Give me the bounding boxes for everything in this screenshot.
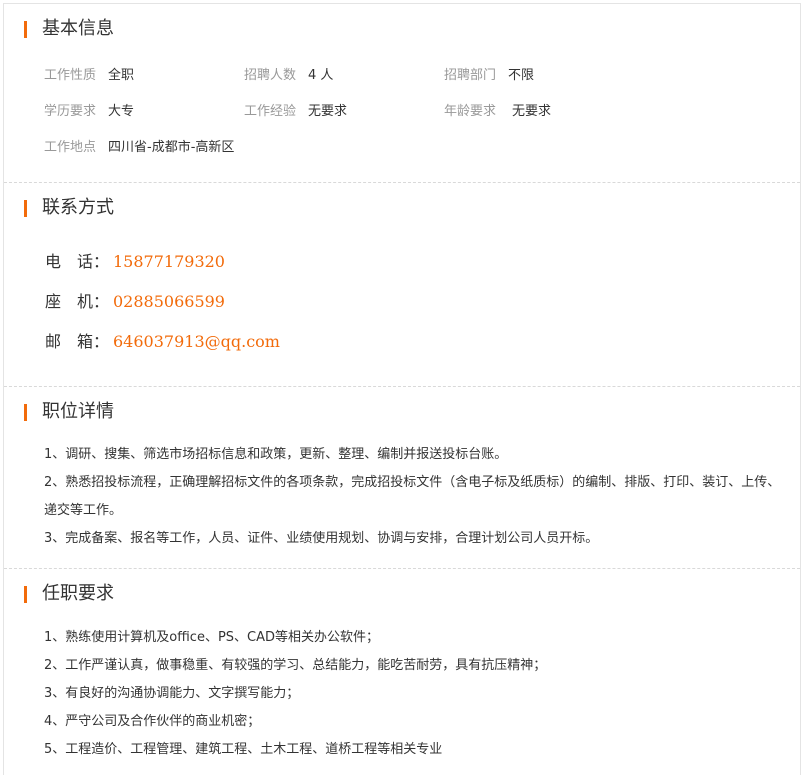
job-detail-line: 2、熟悉招投标流程，正确理解招标文件的各项条款，完成招投标文件（含电子标及纸质标… <box>44 475 781 518</box>
job-details-list: 1、调研、搜集、筛选市场招标信息和政策，更新、整理、编制并报送投标台账。 2、熟… <box>44 441 786 553</box>
job-details-heading: 职位详情 <box>24 401 114 423</box>
requirements-heading: 任职要求 <box>24 583 114 605</box>
contact-label: 电 话： <box>45 252 110 271</box>
job-detail-line: 1、调研、搜集、筛选市场招标信息和政策，更新、整理、编制并报送投标台账。 <box>44 447 508 462</box>
field-label: 招聘部门 <box>444 68 497 83</box>
field-label: 招聘人数 <box>244 68 297 83</box>
field-value: 4 人 <box>308 68 334 83</box>
requirement-line: 4、严守公司及合作伙伴的商业机密； <box>44 714 261 729</box>
contact-label: 座 机： <box>45 292 110 311</box>
contact-heading: 联系方式 <box>24 197 114 219</box>
email-address[interactable]: 646037913@qq.com <box>113 332 280 351</box>
field-value: 无要求 <box>308 104 348 119</box>
contact-email: 邮 箱： 646037913@qq.com <box>45 331 280 353</box>
field-label: 工作性质 <box>44 68 97 83</box>
requirement-line: 3、有良好的沟通协调能力、文字撰写能力； <box>44 686 300 701</box>
requirement-line: 5、工程造价、工程管理、建筑工程、土木工程、道桥工程等相关专业 <box>44 742 443 757</box>
field-label: 工作地点 <box>44 140 97 155</box>
field-value: 无要求 <box>512 104 552 119</box>
field-value: 大专 <box>108 104 135 119</box>
landline-number[interactable]: 02885066599 <box>113 292 225 311</box>
field-nature: 工作性质 全职 <box>44 67 134 85</box>
field-label: 学历要求 <box>44 104 97 119</box>
contact-phone: 电 话： 15877179320 <box>45 251 225 273</box>
field-headcount: 招聘人数 4 人 <box>244 67 333 85</box>
field-value: 四川省-成都市-高新区 <box>108 140 235 155</box>
field-value: 全职 <box>108 68 135 83</box>
field-experience: 工作经验 无要求 <box>244 103 347 121</box>
requirement-line: 2、工作严谨认真，做事稳重、有较强的学习、总结能力，能吃苦耐劳，具有抗压精神； <box>44 658 547 673</box>
job-details-section: 职位详情 1、调研、搜集、筛选市场招标信息和政策，更新、整理、编制并报送投标台账… <box>4 386 800 568</box>
field-label: 工作经验 <box>244 104 297 119</box>
field-location: 工作地点 四川省-成都市-高新区 <box>44 139 234 157</box>
requirements-section: 任职要求 1、熟练使用计算机及office、PS、CAD等相关办公软件； 2、工… <box>4 568 800 776</box>
field-age: 年龄要求 无要求 <box>444 103 551 121</box>
phone-number[interactable]: 15877179320 <box>113 252 225 271</box>
field-education: 学历要求 大专 <box>44 103 134 121</box>
field-department: 招聘部门 不限 <box>444 67 534 85</box>
requirement-line: 1、熟练使用计算机及office、PS、CAD等相关办公软件； <box>44 630 380 645</box>
job-detail-line: 3、完成备案、报名等工作，人员、证件、业绩使用规划、协调与安排，合理计划公司人员… <box>44 531 599 546</box>
field-value: 不限 <box>508 68 535 83</box>
contact-label: 邮 箱： <box>45 332 110 351</box>
basic-info-section: 基本信息 工作性质 全职 招聘人数 4 人 招聘部门 不限 学历要求 大专 工作经验 无要… <box>4 4 800 182</box>
requirements-list: 1、熟练使用计算机及office、PS、CAD等相关办公软件； 2、工作严谨认真… <box>44 624 786 764</box>
contact-landline: 座 机： 02885066599 <box>45 291 225 313</box>
basic-info-heading: 基本信息 <box>24 18 114 40</box>
field-label: 年龄要求 <box>444 104 497 119</box>
job-posting-panel: 基本信息 工作性质 全职 招聘人数 4 人 招聘部门 不限 学历要求 大专 工作经验 无要… <box>3 3 801 775</box>
contact-section: 联系方式 电 话： 15877179320 座 机： 02885066599 邮 箱… <box>4 182 800 386</box>
